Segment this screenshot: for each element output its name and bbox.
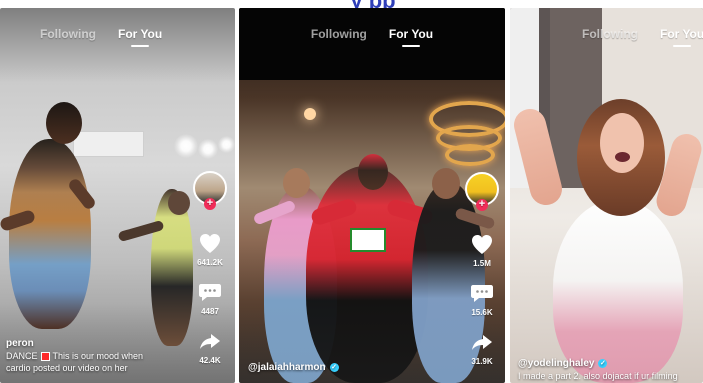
ceiling-light-ring bbox=[445, 144, 495, 166]
air-vent bbox=[73, 131, 144, 157]
ceiling-light bbox=[198, 139, 218, 159]
ceiling-light-ring bbox=[436, 125, 502, 151]
comment-icon-svg bbox=[471, 285, 493, 302]
tab-following[interactable]: Following bbox=[582, 27, 638, 41]
caption-text: I made a part 2. also dojacat if ur film… bbox=[518, 371, 678, 381]
left-dancer-arm bbox=[66, 176, 98, 212]
creator-handle-row: @jalaiahharmon ✓ bbox=[248, 361, 428, 374]
red-square-icon bbox=[40, 351, 50, 361]
top-navigation: Following For You bbox=[239, 27, 505, 59]
left-dancer-head bbox=[46, 102, 82, 144]
heart-icon-svg bbox=[200, 234, 220, 253]
video-screen-3[interactable]: Following For You @yodelinghaley ✓ I mad… bbox=[510, 8, 703, 383]
girl-body bbox=[553, 200, 683, 383]
share-icon-svg bbox=[472, 335, 492, 350]
center-dancer bbox=[306, 166, 428, 383]
caption-text-continued: cardio posted our video on her bbox=[6, 363, 128, 373]
center-dancer-arm bbox=[385, 197, 435, 227]
tab-following[interactable]: Following bbox=[40, 27, 96, 41]
ceiling-light bbox=[174, 134, 198, 158]
caption-text-prefix: DANCE bbox=[6, 351, 38, 361]
open-mouth bbox=[615, 152, 630, 162]
action-sidebar: + 1.5M 15.6K 31.9K bbox=[462, 172, 502, 378]
action-sidebar: + 641.2K 4487 42.4K bbox=[190, 171, 230, 377]
video-caption: @yodelinghaley ✓ I made a part 2. also d… bbox=[518, 357, 703, 382]
creator-handle[interactable]: @jalaiahharmon bbox=[248, 361, 326, 374]
shirt-logo bbox=[350, 228, 386, 252]
plus-icon[interactable]: + bbox=[204, 198, 216, 210]
creator-handle-row: @yodelinghaley ✓ bbox=[518, 357, 703, 370]
comment-icon-svg bbox=[199, 284, 221, 301]
verified-icon: ✓ bbox=[598, 359, 608, 368]
video-screen-2[interactable]: Following For You + 1.5M 15.6K 31.9K @ja… bbox=[239, 8, 505, 383]
tiktok-collage: y pp Following For You + bbox=[0, 0, 703, 383]
comment-icon[interactable] bbox=[196, 279, 224, 305]
ceiling-light-ring bbox=[429, 101, 505, 137]
comment-action[interactable]: 4487 bbox=[190, 279, 230, 317]
comment-icon[interactable] bbox=[468, 280, 496, 306]
plus-icon[interactable]: + bbox=[476, 199, 488, 211]
ceiling-light bbox=[304, 108, 316, 120]
tab-for-you[interactable]: For You bbox=[660, 27, 703, 47]
comment-action[interactable]: 15.6K bbox=[462, 280, 502, 318]
heart-icon-svg bbox=[472, 235, 492, 254]
left-dancer-arm bbox=[252, 199, 297, 226]
tab-for-you[interactable]: For You bbox=[389, 27, 433, 47]
like-action[interactable]: 1.5M bbox=[462, 231, 502, 269]
ceiling-light bbox=[218, 136, 235, 153]
left-dancer-arm bbox=[0, 208, 37, 233]
heart-icon[interactable] bbox=[196, 230, 224, 256]
creator-avatar-container[interactable]: + bbox=[465, 172, 499, 211]
like-action[interactable]: 641.2K bbox=[190, 230, 230, 268]
share-icon-svg bbox=[200, 334, 220, 349]
share-icon[interactable] bbox=[468, 329, 496, 355]
right-dancer-head bbox=[432, 168, 460, 199]
verified-icon: ✓ bbox=[329, 363, 339, 372]
share-count: 42.4K bbox=[199, 356, 221, 365]
girl-hair bbox=[577, 99, 665, 216]
center-dancer-head bbox=[358, 154, 388, 190]
comment-count: 15.6K bbox=[471, 308, 493, 317]
top-navigation: Following For You bbox=[510, 27, 703, 59]
creator-handle[interactable]: peron bbox=[6, 337, 186, 350]
share-action[interactable]: 42.4K bbox=[190, 328, 230, 366]
comment-count: 4487 bbox=[201, 307, 219, 316]
like-count: 641.2K bbox=[197, 258, 223, 267]
like-count: 1.5M bbox=[473, 259, 491, 268]
share-action[interactable]: 31.9K bbox=[462, 329, 502, 367]
girl-face bbox=[600, 113, 644, 173]
caption-line: DANCE This is our mood when bbox=[6, 350, 186, 362]
right-dancer-arm bbox=[117, 219, 165, 243]
right-hand bbox=[653, 130, 703, 220]
left-dancer bbox=[264, 186, 337, 383]
tab-for-you[interactable]: For You bbox=[118, 27, 162, 47]
left-hand bbox=[510, 105, 566, 209]
caption-text: This is our mood when bbox=[52, 351, 144, 361]
right-dancer bbox=[151, 189, 193, 346]
video-caption: @jalaiahharmon ✓ bbox=[248, 361, 428, 374]
tab-following[interactable]: Following bbox=[311, 27, 367, 41]
left-dancer bbox=[9, 139, 91, 329]
video-screen-1[interactable]: Following For You + 641.2K 4487 42.4K pe… bbox=[0, 8, 235, 383]
left-dancer-head bbox=[283, 168, 310, 198]
top-navigation: Following For You bbox=[0, 27, 235, 59]
share-count: 31.9K bbox=[471, 357, 493, 366]
creator-avatar-container[interactable]: + bbox=[193, 171, 227, 210]
center-dancer-arm bbox=[309, 197, 359, 227]
right-dancer-head bbox=[168, 191, 190, 215]
heart-icon[interactable] bbox=[468, 231, 496, 257]
share-icon[interactable] bbox=[196, 328, 224, 354]
video-caption: peron DANCE This is our mood when cardio… bbox=[6, 337, 186, 374]
creator-handle[interactable]: @yodelinghaley bbox=[518, 357, 594, 370]
